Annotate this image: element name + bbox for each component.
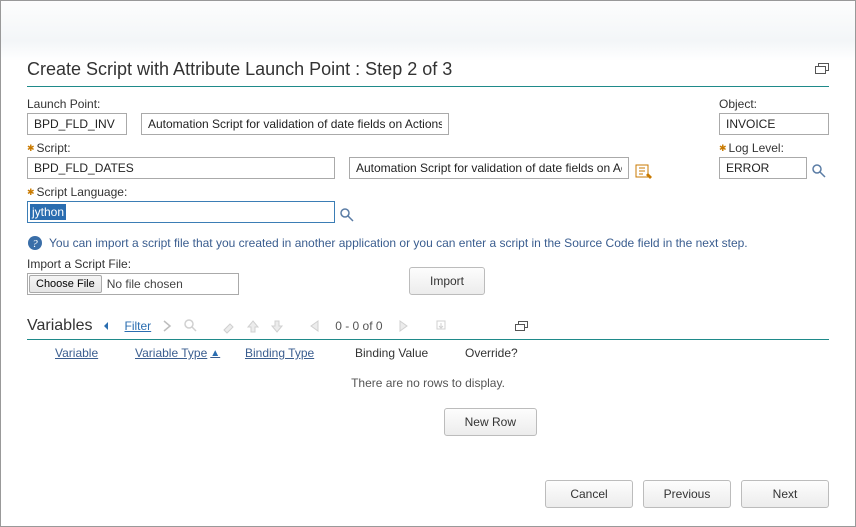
variables-table-header: Variable Variable Type ▲ Binding Type Bi… (27, 340, 829, 364)
sort-asc-icon: ▲ (210, 348, 220, 359)
clear-icon (221, 318, 237, 334)
log-level-label: Log Level: (719, 141, 829, 155)
down-arrow-icon (269, 318, 285, 334)
import-file-label: Import a Script File: (27, 257, 239, 271)
previous-button[interactable]: Previous (643, 480, 731, 508)
script-field[interactable] (27, 157, 335, 179)
page-next-icon (395, 318, 411, 334)
pager-text: 0 - 0 of 0 (335, 319, 382, 333)
file-chooser[interactable]: Choose File No file chosen (27, 273, 239, 295)
launch-point-field[interactable] (27, 113, 127, 135)
cancel-button[interactable]: Cancel (545, 480, 633, 508)
script-language-field[interactable]: jython (27, 201, 335, 223)
log-level-field[interactable] (719, 157, 807, 179)
form-area: Launch Point: Object: Script: (27, 97, 829, 436)
script-language-lookup-icon[interactable] (339, 207, 355, 223)
filter-link[interactable]: Filter (125, 319, 152, 333)
launch-point-label: Launch Point: (27, 97, 127, 111)
object-field[interactable] (719, 113, 829, 135)
variables-toolbar: Variables Filter (27, 317, 829, 340)
new-row-button[interactable]: New Row (444, 408, 537, 436)
info-icon: ? (27, 235, 43, 251)
svg-text:?: ? (32, 238, 38, 250)
file-status-text: No file chosen (107, 277, 183, 291)
filter-toggle-icon[interactable] (101, 318, 117, 334)
empty-table-message: There are no rows to display. (27, 364, 829, 408)
info-message: ? You can import a script file that you … (27, 235, 829, 251)
import-button[interactable]: Import (409, 267, 485, 295)
detail-menu-icon[interactable] (635, 163, 653, 181)
log-level-lookup-icon[interactable] (811, 163, 827, 179)
download-icon (433, 318, 449, 334)
dialog-footer: Cancel Previous Next (545, 480, 829, 508)
script-desc-field[interactable] (349, 157, 629, 179)
col-variable-type[interactable]: Variable Type ▲ (135, 346, 245, 360)
launch-point-desc-field[interactable] (141, 113, 449, 135)
search-icon (183, 318, 199, 334)
wizard-dialog: Create Script with Attribute Launch Poin… (0, 0, 856, 527)
col-variable[interactable]: Variable (55, 346, 135, 360)
chevron-right-icon (159, 318, 175, 334)
table-restore-icon[interactable] (515, 321, 529, 331)
up-arrow-icon (245, 318, 261, 334)
col-override: Override? (465, 346, 545, 360)
info-text: You can import a script file that you cr… (49, 236, 748, 250)
script-language-value: jython (30, 204, 66, 220)
dialog-title: Create Script with Attribute Launch Poin… (27, 59, 829, 87)
choose-file-button[interactable]: Choose File (29, 275, 102, 293)
script-language-label: Script Language: (27, 185, 367, 199)
col-binding-type[interactable]: Binding Type (245, 346, 355, 360)
page-prev-icon (307, 318, 323, 334)
object-label: Object: (719, 97, 829, 111)
script-label: Script: (27, 141, 335, 155)
restore-window-icon[interactable] (815, 63, 829, 73)
next-button[interactable]: Next (741, 480, 829, 508)
col-binding-value: Binding Value (355, 346, 465, 360)
variables-heading: Variables (27, 317, 93, 335)
